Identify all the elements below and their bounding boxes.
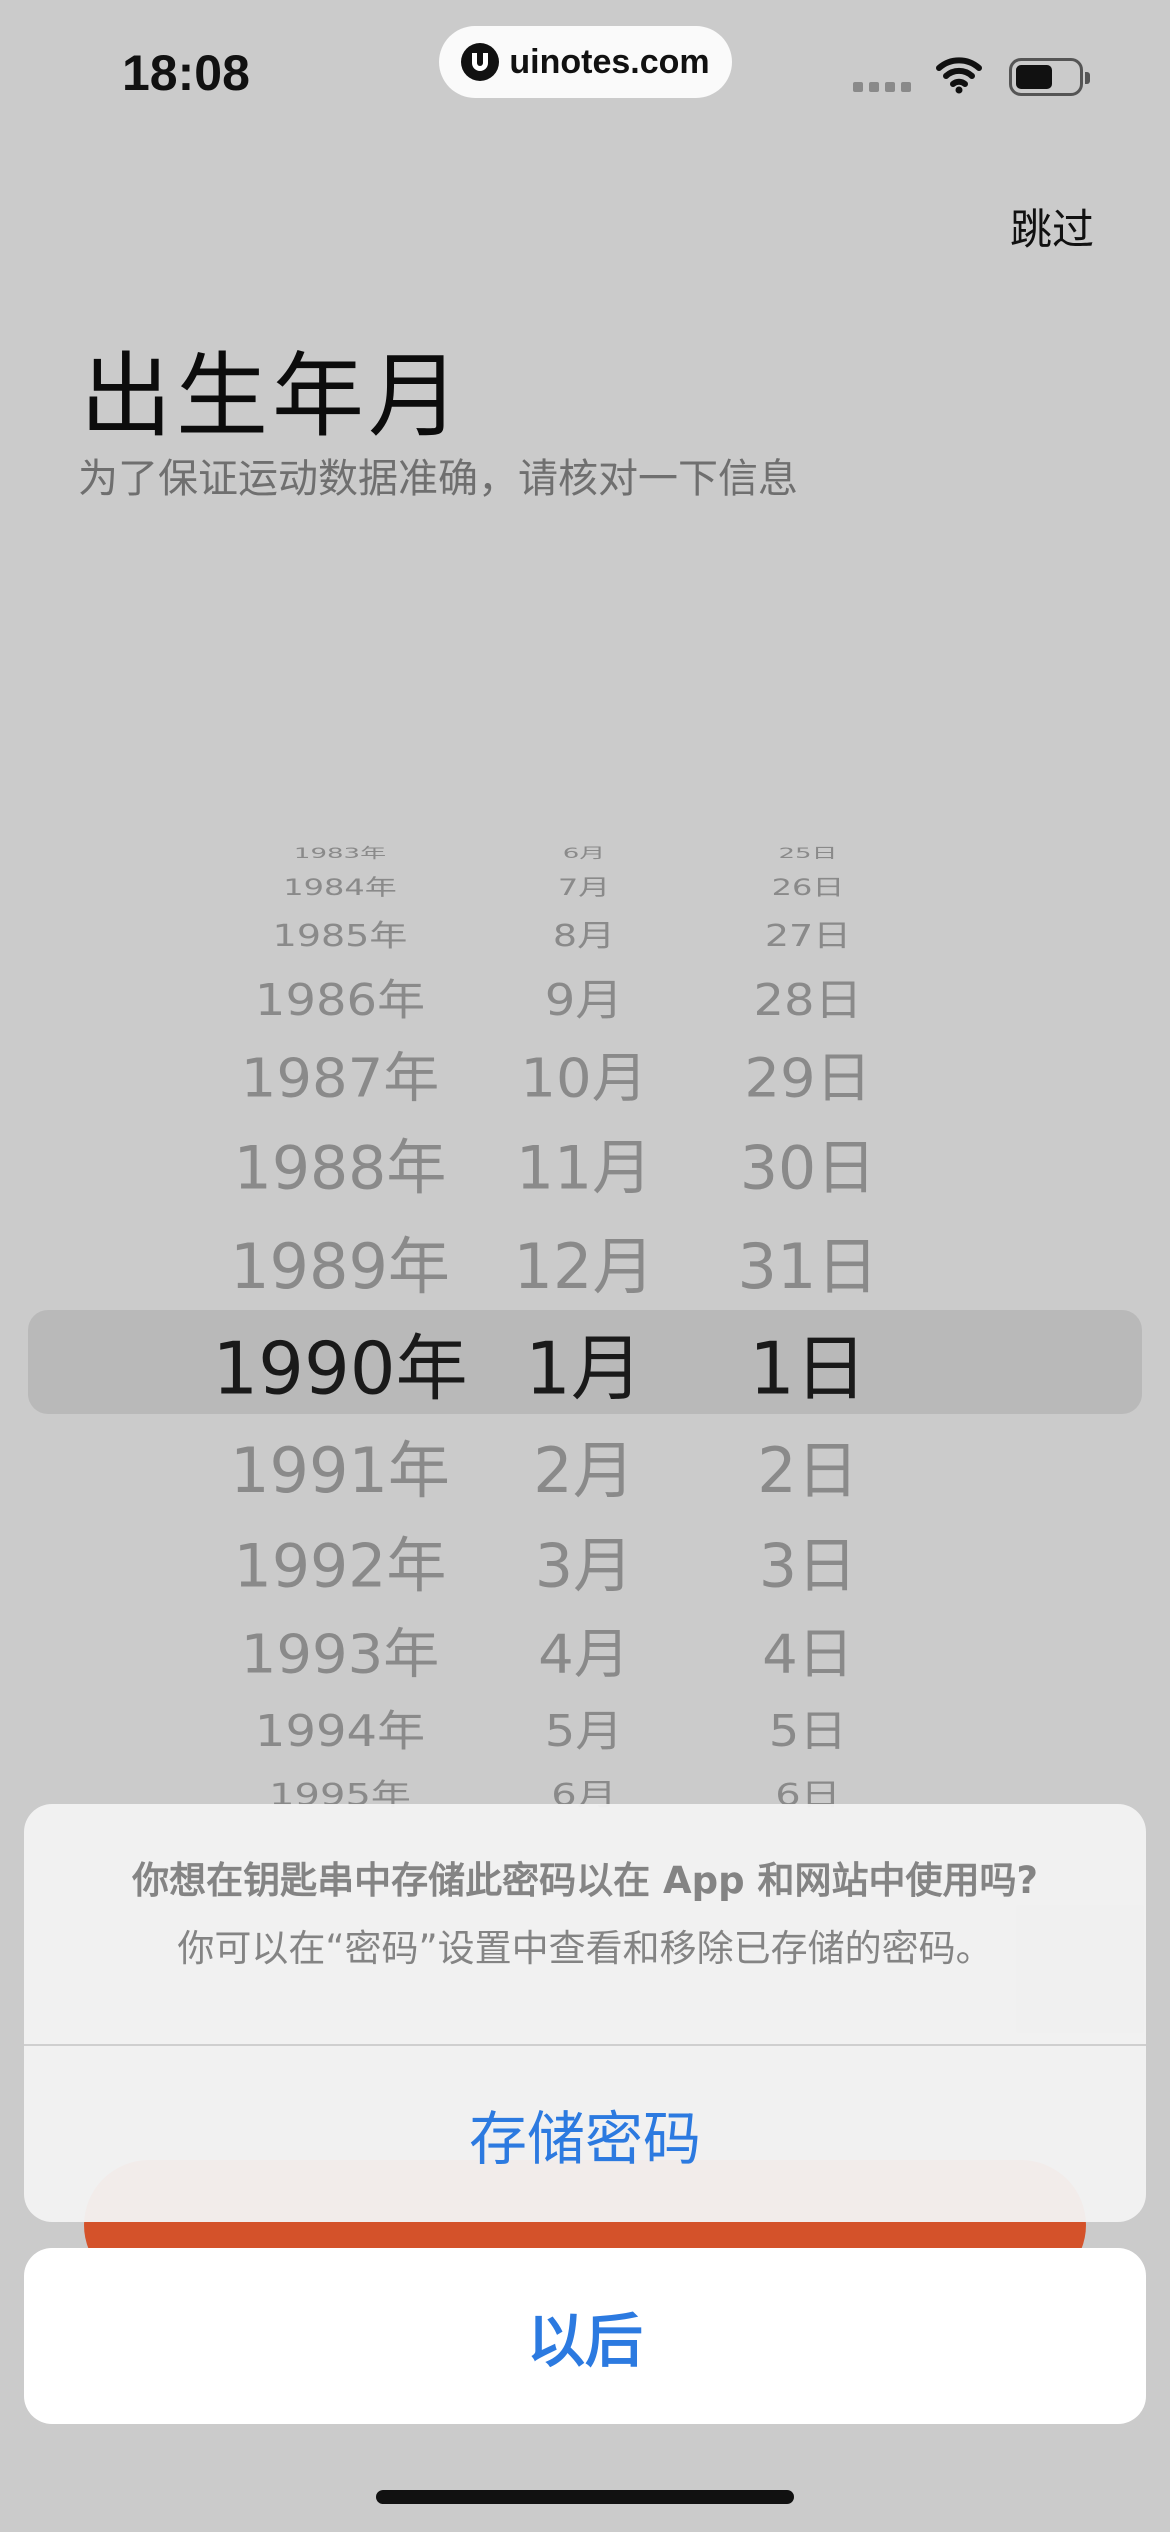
picker-month: 10月	[520, 1047, 648, 1110]
save-password-button[interactable]: 存储密码	[24, 2046, 1146, 2222]
url-text: uinotes.com	[509, 42, 710, 81]
picker-month: 12月	[513, 1230, 655, 1303]
picker-year: 1989年	[230, 1230, 450, 1303]
picker-year: 1987年	[240, 1047, 440, 1110]
picker-year: 1984年	[283, 874, 397, 901]
site-logo-icon	[461, 43, 500, 81]
picker-month: 6月	[562, 845, 606, 862]
url-pill[interactable]: uinotes.com	[439, 26, 732, 98]
picker-year: 1991年	[230, 1434, 450, 1507]
picker-month: 9月	[544, 975, 624, 1026]
page-title: 出生年月	[80, 343, 465, 450]
home-indicator[interactable]	[376, 2490, 794, 2504]
picker-month: 11月	[515, 1133, 653, 1204]
wifi-icon	[936, 57, 982, 94]
later-button[interactable]: 以后	[24, 2248, 1146, 2424]
picker-day: 25日	[778, 845, 838, 862]
picker-day: 27日	[764, 918, 852, 954]
picker-year: 1983年	[293, 845, 387, 862]
picker-month: 3月	[534, 1531, 634, 1602]
picker-month: 4月	[538, 1623, 630, 1686]
page-subtitle: 为了保证运动数据准确，请核对一下信息	[78, 456, 798, 502]
status-time: 18:08	[122, 45, 250, 101]
picker-day: 2日	[757, 1434, 859, 1507]
picker-day: 1日	[749, 1326, 867, 1411]
picker-month: 1月	[525, 1326, 643, 1411]
cellular-signal-icon	[853, 82, 911, 92]
picker-day: 5日	[768, 1706, 848, 1757]
picker-day: 30日	[739, 1133, 877, 1204]
picker-year: 1993年	[240, 1623, 440, 1686]
skip-button[interactable]: 跳过	[1010, 196, 1094, 257]
picker-day: 26日	[771, 874, 845, 901]
picker-year: 1992年	[233, 1531, 447, 1602]
battery-icon	[1009, 58, 1090, 96]
picker-month: 7月	[557, 874, 611, 901]
picker-year: 1986年	[254, 975, 426, 1026]
picker-day: 28日	[753, 975, 863, 1026]
picker-month: 2月	[533, 1434, 635, 1507]
picker-month: 8月	[552, 918, 616, 954]
picker-day: 31日	[737, 1230, 879, 1303]
screen: 18:08 uinotes.com 跳过 出生年月 为了保证运动数据准确，请核对…	[0, 0, 1170, 2532]
picker-year: 1994年	[254, 1706, 426, 1757]
picker-month: 5月	[544, 1706, 624, 1757]
picker-year: 1990年	[212, 1326, 468, 1411]
picker-day: 4日	[762, 1623, 854, 1686]
picker-year: 1988年	[233, 1133, 447, 1204]
sheet-message: 你可以在“密码”设置中查看和移除已存储的密码。	[177, 1927, 993, 1970]
save-password-sheet: 你想在钥匙串中存储此密码以在 App 和网站中使用吗? 你可以在“密码”设置中查…	[24, 1804, 1146, 2222]
picker-year: 1985年	[272, 918, 408, 954]
picker-day: 3日	[758, 1531, 858, 1602]
sheet-title: 你想在钥匙串中存储此密码以在 App 和网站中使用吗?	[132, 1859, 1038, 1902]
picker-day: 29日	[744, 1047, 872, 1110]
